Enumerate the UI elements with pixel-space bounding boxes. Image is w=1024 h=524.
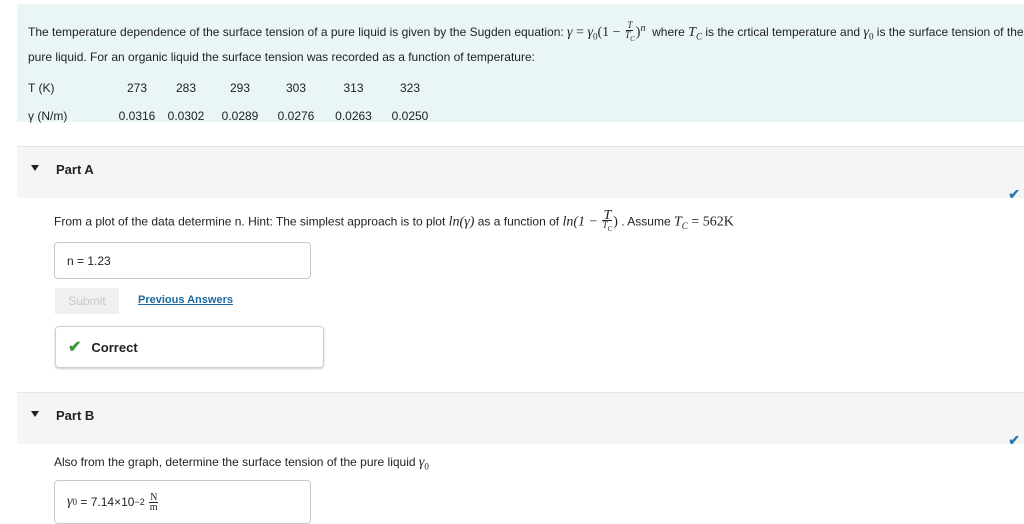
unit-den: m	[149, 501, 158, 513]
tc-sub: C	[695, 31, 702, 42]
table-cell: 323	[399, 80, 421, 95]
triangle-down-icon[interactable]	[31, 411, 39, 417]
row-label: T (K)	[28, 80, 55, 95]
intro-text-3: is the crtical temperature and	[705, 25, 861, 39]
problem-intro: The temperature dependence of the surfac…	[17, 4, 1024, 123]
data-table: T (K) 273 283 293 303 313 323 γ (N/m) 0.…	[28, 74, 439, 130]
row-label: γ (N/m)	[28, 108, 68, 123]
ln-gamma: ln(γ)	[448, 214, 475, 230]
intro-text-1: The temperature dependence of the surfac…	[28, 25, 564, 39]
table-cell: 303	[285, 80, 307, 95]
question-text: as a function of	[477, 214, 560, 229]
table-cell: 0.0250	[391, 108, 429, 123]
part-b-label: Part B	[56, 408, 95, 423]
feedback-text: Correct	[91, 339, 138, 355]
eq-equals: =	[572, 25, 588, 40]
tc-symbol: T	[673, 214, 682, 230]
frac-den-sub: C	[607, 224, 613, 233]
table-cell: 0.0302	[167, 108, 205, 123]
ln-expr-open: ln(1 −	[562, 214, 602, 230]
table-cell: 0.0316	[118, 108, 156, 123]
eq-exp: n	[640, 23, 646, 34]
ln-fraction: T TC	[602, 209, 613, 234]
sugden-equation: γ = γ0(1 − T TC)n	[567, 21, 649, 43]
answer-label: n =	[67, 253, 85, 268]
gamma0-sub: 0	[868, 31, 874, 42]
table-cell: 273	[126, 80, 148, 95]
triangle-down-icon[interactable]	[31, 165, 39, 171]
part-b-header[interactable]: Part B	[17, 392, 1024, 444]
n-answer-field[interactable]: n = 1.23	[54, 242, 311, 279]
table-cell: 0.0289	[221, 108, 259, 123]
unit-num: N	[149, 491, 159, 503]
eq-open: (1 −	[597, 25, 625, 40]
checkmark-icon: ✔	[1008, 186, 1020, 202]
question-text: . Assume	[621, 214, 671, 229]
answer-equals: =	[80, 495, 88, 509]
eq-fraction: T TC	[625, 21, 635, 44]
part-a-label: Part A	[56, 162, 94, 177]
part-a-question: From a plot of the data determine n. Hin…	[54, 209, 734, 234]
gamma0-sub: 0	[424, 461, 429, 472]
part-a-header[interactable]: Part A	[17, 146, 1024, 198]
table-cell: 0.0263	[335, 108, 372, 123]
unit-fraction: Nm	[149, 491, 159, 513]
gamma0-answer-field[interactable]: γ0 = 7.14×10 −2 Nm	[54, 480, 311, 524]
answer-label-sub: 0	[72, 497, 78, 507]
tc-value: = 562K	[687, 214, 734, 230]
previous-answers-link[interactable]: Previous Answers	[138, 294, 233, 306]
submit-button[interactable]: Submit	[55, 288, 119, 314]
answer-value[interactable]: 7.14×10	[91, 495, 135, 509]
question-text: From a plot of the data determine n. Hin…	[54, 214, 446, 229]
question-text: Also from the graph, determine the surfa…	[54, 455, 416, 469]
table-cell: 283	[175, 80, 197, 95]
table-row: γ (N/m) 0.0316 0.0302 0.0289 0.0276 0.02…	[28, 102, 439, 130]
eq-den-sub: C	[630, 35, 635, 44]
feedback-box: ✔ Correct	[55, 326, 324, 368]
checkmark-icon: ✔	[68, 339, 82, 356]
table-cell: 0.0276	[277, 108, 315, 123]
intro-text-2: where	[652, 25, 685, 39]
ln-expr-close: )	[613, 214, 618, 230]
answer-exponent: −2	[134, 497, 145, 507]
table-row: T (K) 273 283 293 303 313 323	[28, 74, 439, 102]
table-cell: 313	[343, 80, 364, 95]
checkmark-icon: ✔	[1008, 432, 1020, 448]
tc-symbol: T	[688, 25, 696, 40]
intro-text: The temperature dependence of the surfac…	[28, 18, 1024, 68]
part-b-question: Also from the graph, determine the surfa…	[54, 455, 429, 471]
table-cell: 293	[229, 80, 251, 95]
answer-value[interactable]: 1.23	[87, 254, 110, 268]
